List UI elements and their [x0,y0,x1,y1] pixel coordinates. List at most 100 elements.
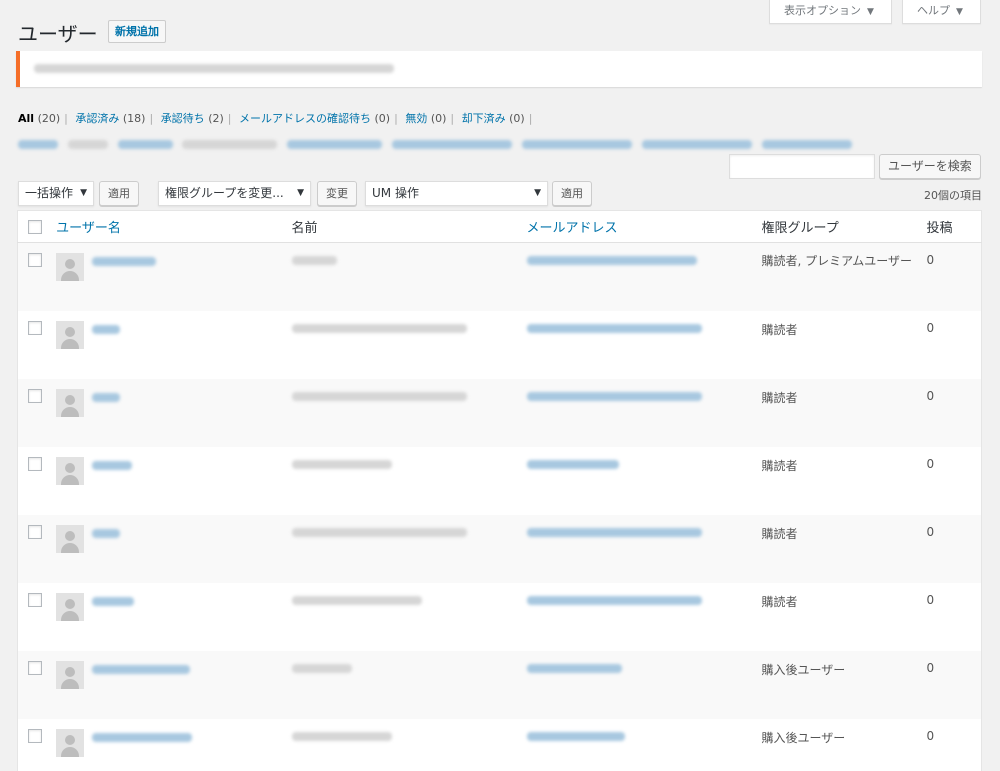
role-cell: 購読者 [761,458,798,473]
posts-cell[interactable]: 0 [916,514,982,583]
redacted-link[interactable] [521,140,632,149]
row-checkbox[interactable] [28,456,42,471]
bulk-action-select[interactable]: 一括操作 ▼ [18,181,94,206]
row-checkbox[interactable] [28,388,42,403]
table-row: 購読者 0 [18,311,982,379]
role-cell: 購読者, プレミアムユーザー [751,242,917,311]
name-redacted [291,323,467,333]
row-checkbox[interactable] [28,320,42,335]
column-email-label[interactable]: メールアドレス [527,221,618,236]
username-redacted[interactable] [92,460,132,470]
redacted-link[interactable] [287,140,383,149]
email-cell [517,583,752,651]
username-cell [17,650,282,719]
column-email[interactable]: メールアドレス [516,210,752,243]
um-action-select[interactable]: UM 操作 ▼ [365,181,548,206]
email-cell [517,447,752,515]
filter-pending[interactable]: 承認待ち [161,112,205,125]
row-checkbox[interactable] [28,728,42,743]
screen-options-toggle[interactable]: 表示オプション ▼ [769,0,892,24]
default-avatar-icon [56,524,84,553]
help-toggle[interactable]: ヘルプ ▼ [902,0,981,24]
name-cell [281,650,517,719]
name-cell [282,311,517,379]
caret-down-icon: ▼ [80,188,87,198]
posts-cell[interactable]: 0 [916,650,982,719]
filter-approved[interactable]: 承認済み [75,112,119,125]
filter-all[interactable]: All [18,112,34,125]
username-redacted[interactable] [92,257,156,266]
email-cell [516,378,752,447]
filter-all-count: (20) [37,112,61,125]
default-avatar-icon [56,253,84,281]
select-all-checkbox[interactable] [28,220,42,234]
row-checkbox[interactable] [28,253,42,267]
name-cell [281,514,517,583]
role-cell: 購入後ユーザー [751,650,917,719]
email-redacted[interactable] [526,527,702,537]
table-row: 購読者 0 [17,378,982,447]
posts-cell[interactable]: 0 [917,447,982,515]
redacted-link[interactable] [18,140,58,149]
um-apply-button[interactable]: 適用 [552,181,592,206]
bulk-apply-button[interactable]: 適用 [99,181,139,206]
um-action-value: UM 操作 [372,186,419,200]
redacted-link[interactable] [117,140,173,149]
email-cell [516,650,752,719]
filter-rejected[interactable]: 却下済み [462,112,506,125]
add-new-user-button[interactable]: 新規追加 [108,20,166,43]
email-redacted[interactable] [526,323,702,333]
username-redacted[interactable] [92,664,190,674]
role-cell: 購読者 [751,378,917,447]
email-redacted[interactable] [526,595,702,605]
table-row: 購読者, プレミアムユーザー 0 [17,242,982,311]
table-row: 購入後ユーザー 0 [17,650,982,719]
username-cell [17,514,282,583]
filter-inactive[interactable]: 無効 [405,112,427,125]
column-username-label[interactable]: ユーザー名 [56,221,121,236]
posts-cell[interactable]: 0 [917,583,982,651]
email-redacted[interactable] [526,256,697,265]
role-change-select[interactable]: 権限グループを変更... ▼ [158,181,311,206]
email-redacted[interactable] [526,391,702,401]
username-redacted[interactable] [92,596,134,606]
role-cell: 購入後ユーザー [761,730,846,745]
user-status-filters: All (20) | 承認済み (18) | 承認待ち (2) | メールアドレスの確… [18,112,533,125]
row-checkbox[interactable] [28,524,42,539]
username-redacted[interactable] [92,528,120,538]
row-checkbox[interactable] [28,660,42,675]
table-row: 購入後ユーザー 0 [18,719,982,771]
redacted-link[interactable] [761,140,852,149]
email-redacted[interactable] [526,663,622,673]
username-redacted[interactable] [92,732,192,742]
name-cell [282,719,517,771]
username-redacted[interactable] [92,324,120,334]
redacted-link[interactable] [392,140,513,149]
notice-text-redacted [34,64,394,73]
column-name: 名前 [281,210,517,243]
username-cell [17,378,282,447]
user-search-input[interactable] [729,154,875,179]
name-redacted [291,663,352,673]
posts-cell[interactable]: 0 [916,242,982,311]
filter-email-pending-count: (0) [374,112,391,125]
email-redacted[interactable] [526,731,625,741]
row-checkbox[interactable] [28,592,42,607]
posts-cell[interactable]: 0 [916,378,982,447]
name-redacted [291,256,337,265]
table-row: 購読者 0 [17,514,982,583]
column-username[interactable]: ユーザー名 [17,210,282,243]
search-users-button[interactable]: ユーザーを検索 [879,154,981,179]
posts-cell[interactable]: 0 [917,719,982,771]
name-cell [282,447,517,515]
posts-cell[interactable]: 0 [917,311,982,379]
default-avatar-icon [56,660,84,689]
default-avatar-icon [56,592,84,621]
name-cell [282,583,517,651]
username-cell [18,447,282,515]
email-redacted[interactable] [526,459,619,469]
username-redacted[interactable] [92,392,120,402]
filter-email-pending[interactable]: メールアドレスの確認待ち [239,112,371,125]
redacted-link[interactable] [641,140,752,149]
role-change-button[interactable]: 変更 [317,181,357,206]
